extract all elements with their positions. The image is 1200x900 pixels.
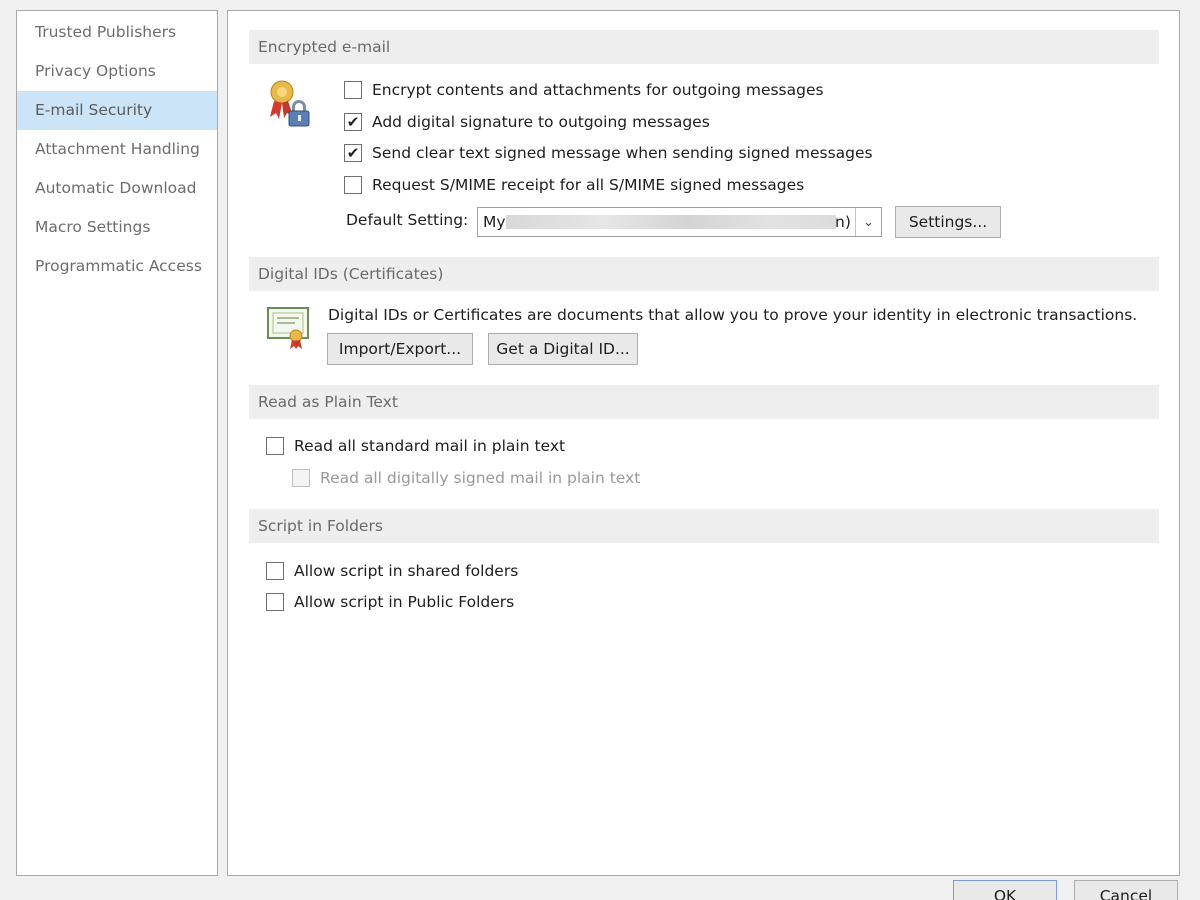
option-encrypt-contents[interactable]: Encrypt contents and attachments for out… xyxy=(344,79,824,101)
read-standard-plain-text-checkbox[interactable] xyxy=(266,437,284,455)
add-digital-signature-checkbox[interactable]: ✔ xyxy=(344,113,362,131)
sidebar-item-automatic-download[interactable]: Automatic Download xyxy=(17,169,217,208)
default-setting-dropdown[interactable]: My n) ⌄ xyxy=(477,207,882,237)
redacted-text xyxy=(506,215,836,229)
certificate-document-icon xyxy=(266,304,312,350)
option-request-smime-receipt[interactable]: Request S/MIME receipt for all S/MIME si… xyxy=(344,174,804,196)
option-allow-script-shared[interactable]: Allow script in shared folders xyxy=(266,560,518,582)
section-header-digital-ids: Digital IDs (Certificates) xyxy=(249,257,1159,291)
allow-script-shared-checkbox[interactable] xyxy=(266,562,284,580)
allow-script-public-checkbox[interactable] xyxy=(266,593,284,611)
read-signed-plain-text-label: Read all digitally signed mail in plain … xyxy=(320,469,641,487)
encrypt-contents-checkbox[interactable] xyxy=(344,81,362,99)
sidebar-item-email-security[interactable]: E-mail Security xyxy=(17,91,217,130)
get-digital-id-button[interactable]: Get a Digital ID... xyxy=(488,333,638,365)
section-header-encrypted-email: Encrypted e-mail xyxy=(249,30,1159,64)
default-setting-label: Default Setting: xyxy=(346,211,469,229)
request-smime-receipt-label: Request S/MIME receipt for all S/MIME si… xyxy=(372,176,805,194)
sidebar-item-attachment-handling[interactable]: Attachment Handling xyxy=(17,130,217,169)
option-read-standard-plain-text[interactable]: Read all standard mail in plain text xyxy=(266,435,565,457)
option-add-digital-signature[interactable]: ✔ Add digital signature to outgoing mess… xyxy=(344,111,710,133)
option-send-clear-text[interactable]: ✔ Send clear text signed message when se… xyxy=(344,142,873,164)
chevron-down-icon[interactable]: ⌄ xyxy=(855,208,881,236)
default-setting-value-start: My xyxy=(483,213,506,231)
sidebar-item-privacy-options[interactable]: Privacy Options xyxy=(17,52,217,91)
section-header-script-in-folders: Script in Folders xyxy=(249,509,1159,543)
trust-center-sidebar: Trusted Publishers Privacy Options E-mai… xyxy=(16,10,218,876)
default-setting-value: My n) xyxy=(478,208,855,236)
sidebar-item-programmatic-access[interactable]: Programmatic Access xyxy=(17,247,217,286)
default-setting-value-end: n) xyxy=(835,213,851,231)
cancel-button[interactable]: Cancel xyxy=(1074,880,1178,900)
email-security-panel: Encrypted e-mail Encrypt contents and at… xyxy=(227,10,1180,876)
section-header-read-as-plain-text: Read as Plain Text xyxy=(249,385,1159,419)
settings-button[interactable]: Settings... xyxy=(895,206,1001,238)
read-standard-plain-text-label: Read all standard mail in plain text xyxy=(294,437,566,455)
add-digital-signature-label: Add digital signature to outgoing messag… xyxy=(372,113,710,131)
option-allow-script-public[interactable]: Allow script in Public Folders xyxy=(266,591,514,613)
digital-ids-description: Digital IDs or Certificates are document… xyxy=(328,306,1138,324)
option-read-signed-plain-text: Read all digitally signed mail in plain … xyxy=(292,467,640,489)
allow-script-shared-label: Allow script in shared folders xyxy=(294,562,519,580)
send-clear-text-checkbox[interactable]: ✔ xyxy=(344,144,362,162)
sidebar-item-trusted-publishers[interactable]: Trusted Publishers xyxy=(17,13,217,52)
encrypt-contents-label: Encrypt contents and attachments for out… xyxy=(372,81,824,99)
request-smime-receipt-checkbox[interactable] xyxy=(344,176,362,194)
send-clear-text-label: Send clear text signed message when send… xyxy=(372,144,873,162)
import-export-button[interactable]: Import/Export... xyxy=(327,333,473,365)
sidebar-item-macro-settings[interactable]: Macro Settings xyxy=(17,208,217,247)
certificate-lock-icon xyxy=(266,77,314,127)
allow-script-public-label: Allow script in Public Folders xyxy=(294,593,515,611)
read-signed-plain-text-checkbox xyxy=(292,469,310,487)
ok-button[interactable]: OK xyxy=(953,880,1057,900)
